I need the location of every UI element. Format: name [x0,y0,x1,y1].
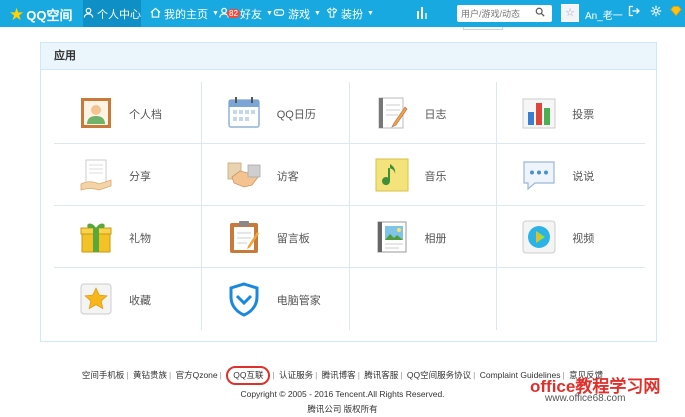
profile-card-icon [81,98,111,128]
nav-label: 装扮 [341,8,363,21]
app-label: 留言板 [276,233,310,245]
app-item-album[interactable]: 相册 [350,206,498,268]
collapsed-tab[interactable] [463,27,503,30]
footer-link[interactable]: 官方Qzone [176,370,218,380]
footer-link[interactable]: QQ空间服务协议 [407,370,471,380]
chat-bubble-icon [523,161,555,191]
game-icon [273,7,285,21]
clipboard-icon [229,221,259,253]
music-icon [375,158,408,192]
app-item-gift[interactable]: 礼物 [54,206,202,268]
app-label: 音乐 [424,171,447,183]
gear-icon[interactable] [650,5,662,20]
apps-panel: 应用 个人档 QQ日历 日志 投票 分享 访客 音乐 说说 礼物 留言板 相册 … [40,42,657,342]
app-label: 相册 [424,233,447,245]
qzone-logo[interactable]: ★ QQ空间 [9,4,72,24]
calendar-icon [228,97,260,128]
shirt-icon [326,6,338,21]
shield-icon [229,282,259,317]
friends-icon: 82 [219,7,240,21]
qzone-star-icon: ★ [9,4,25,24]
avatar[interactable]: ☆ [561,4,579,22]
search-box [457,5,552,22]
app-item-video[interactable]: 视频 [497,206,645,268]
video-play-icon [522,220,556,254]
chevron-down-icon: ▼ [212,10,219,17]
nav-label: 我的主页 [164,8,208,21]
app-label: 日志 [424,109,447,121]
gift-icon [80,223,112,253]
apps-row: 礼物 留言板 相册 视频 [54,206,645,268]
app-label: 收藏 [129,295,151,307]
nav-label: 个人中心 [97,8,141,21]
app-item-blog[interactable]: 日志 [350,82,498,144]
app-item-pc-manager[interactable]: 电脑管家 [202,268,350,330]
app-item-share[interactable]: 分享 [54,144,202,206]
empty-cell [497,268,645,330]
app-label: 电脑管家 [276,295,321,307]
username[interactable]: An_老一 [585,7,623,22]
app-item-calendar[interactable]: QQ日历 [202,82,350,144]
app-label: 说说 [572,171,595,183]
footer-link[interactable]: 黄钻贵族 [133,370,167,380]
footer-link[interactable]: 空间手机板 [82,370,125,380]
home-icon [150,7,161,21]
apps-row: 收藏 电脑管家 [54,268,645,330]
nav-personal-center[interactable]: 个人中心 [83,0,141,27]
nav-label: 好友 [240,8,262,21]
app-item-favorites[interactable]: 收藏 [54,268,202,330]
handshake-icon [227,162,261,188]
footer-link-qq-connect[interactable]: QQ互联 [233,370,263,380]
footer-link[interactable]: 腾讯博客 [322,370,356,380]
app-label: 投票 [572,109,595,121]
app-item-profile[interactable]: 个人档 [54,82,202,144]
app-label: 分享 [129,171,151,183]
highlight-ring: QQ互联 [226,366,271,385]
logout-icon[interactable] [628,5,640,20]
apps-row: 分享 访客 音乐 说说 [54,144,645,206]
app-item-message-board[interactable]: 留言板 [202,206,350,268]
search-input[interactable] [457,6,535,21]
app-item-vote[interactable]: 投票 [497,82,645,144]
watermark-url: www.office68.com [545,393,626,404]
app-item-music[interactable]: 音乐 [350,144,498,206]
vote-chart-icon [522,98,556,129]
app-item-talk[interactable]: 说说 [497,144,645,206]
apps-grid: 个人档 QQ日历 日志 投票 分享 访客 音乐 说说 礼物 留言板 相册 视频 … [54,82,645,330]
footer-link[interactable]: 认证服务 [279,370,313,380]
blog-icon [378,97,407,129]
nav-dress-up[interactable]: 装扮 ▼ [326,0,374,27]
user-icon [83,7,94,21]
nav-games[interactable]: 游戏 ▼ [273,0,321,27]
notification-badge: 82 [227,8,240,18]
app-label: 访客 [276,171,299,183]
app-item-visitors[interactable]: 访客 [202,144,350,206]
apps-row: 个人档 QQ日历 日志 投票 [54,82,645,144]
footer-link[interactable]: 腾讯客服 [364,370,398,380]
app-label: 个人档 [129,109,162,121]
corp-text: 腾讯公司 版权所有 [307,404,378,414]
search-icon[interactable] [535,7,545,20]
star-icon [80,283,112,315]
chevron-down-icon: ▼ [266,10,273,17]
photo-album-icon [377,221,406,253]
chevron-down-icon: ▼ [367,10,374,17]
app-label: QQ日历 [276,109,316,121]
logo-text: QQ空间 [26,7,73,23]
share-icon [80,159,112,191]
top-nav-bar: ★ QQ空间 个人中心 我的主页 ▼ 82 好友 ▼ 游戏 ▼ 装扮 ▼ 用户/… [0,0,685,27]
level-bars-icon[interactable] [417,7,429,19]
diamond-icon[interactable] [670,5,682,20]
nav-my-homepage[interactable]: 我的主页 ▼ [150,0,219,27]
empty-cell [350,268,498,330]
chevron-down-icon: ▼ [314,10,321,17]
app-label: 礼物 [129,233,151,245]
nav-label: 游戏 [288,8,310,21]
apps-panel-title: 应用 [41,43,656,70]
app-label: 视频 [572,233,595,245]
nav-friends[interactable]: 82 好友 ▼ [219,0,273,27]
